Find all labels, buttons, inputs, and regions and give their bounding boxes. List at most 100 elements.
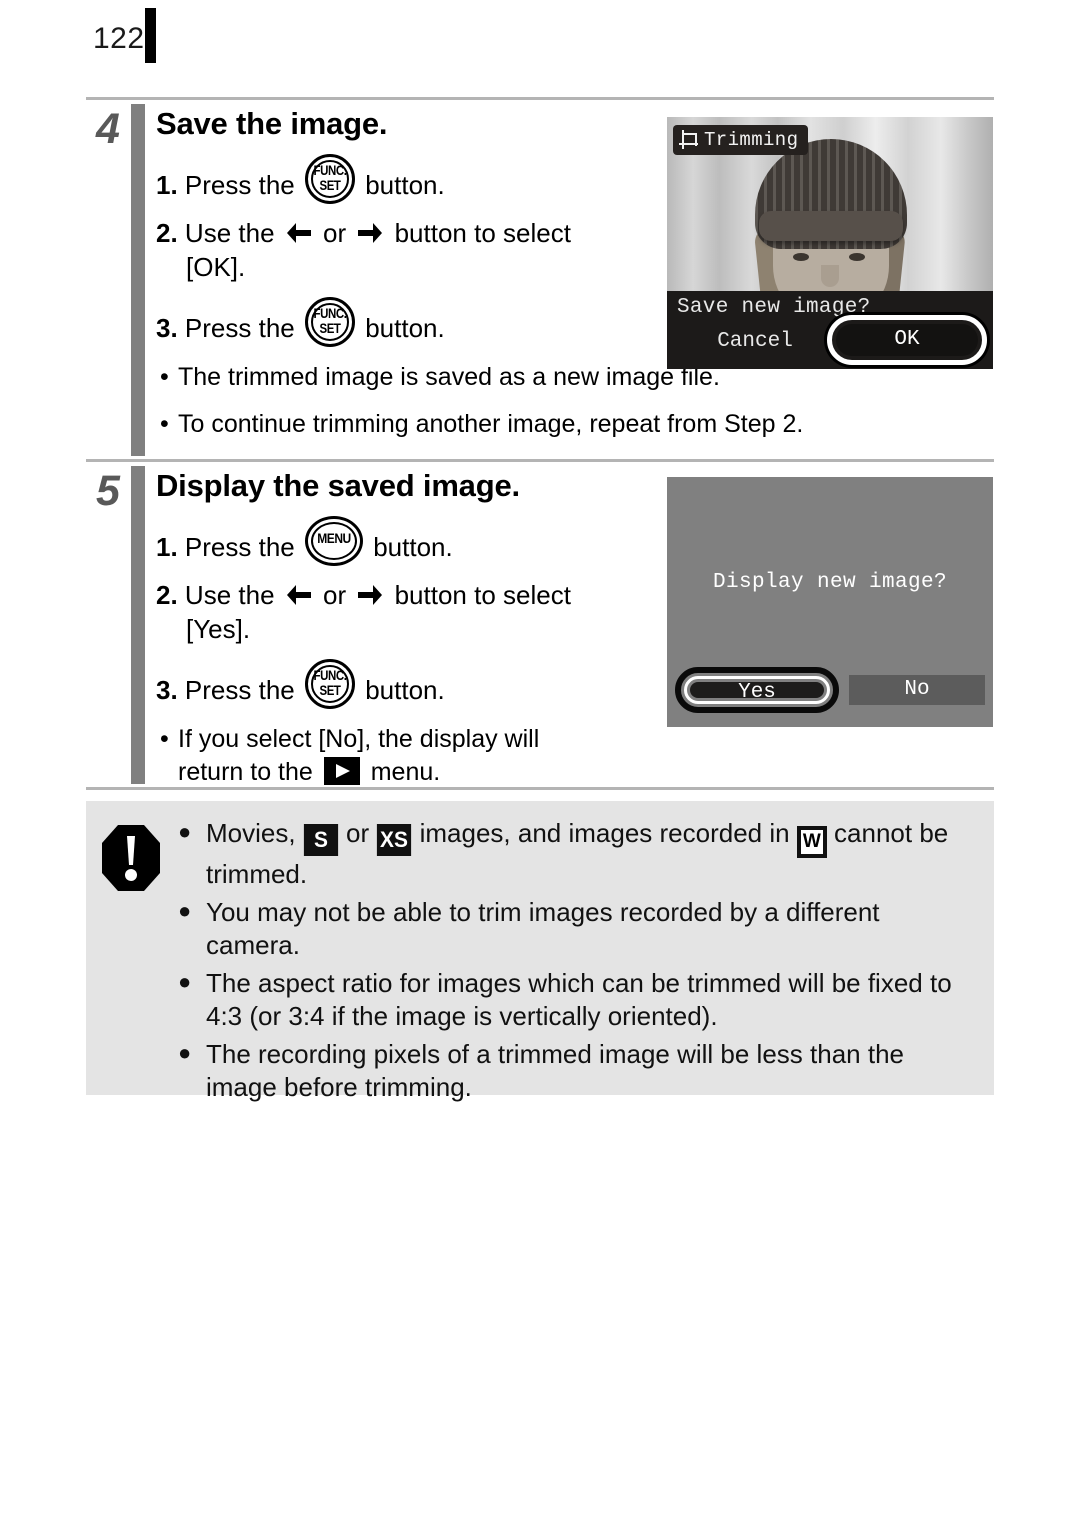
step5-substep-1: 1. Press the MENU button.: [156, 515, 726, 566]
page-header: 122: [0, 0, 1080, 92]
save-prompt-buttons: Cancel OK: [667, 315, 993, 365]
trimming-mode-label: Trimming: [673, 125, 809, 155]
menu-button-icon: MENU: [304, 515, 363, 566]
step4-substep-2-pre: Use the: [184, 217, 275, 248]
display-prompt-buttons: Yes No: [667, 667, 993, 713]
warning-item-4-text: The recording pixels of a trimmed image …: [206, 1039, 904, 1103]
photo-hat-brim: [759, 211, 903, 241]
warning-item-1-seg-1: Movies,: [206, 818, 303, 848]
step5-substep-2-cont: [Yes].: [186, 614, 251, 645]
func-set-icon-line1: FUNC.: [313, 305, 347, 322]
warning-item-2-text: You may not be able to trim images recor…: [206, 897, 880, 961]
step4-substep-3-index: 3.: [156, 313, 178, 344]
step4-substep-3-post: button.: [365, 313, 445, 344]
step4-note-2-text: To continue trimming another image, repe…: [178, 409, 804, 438]
step5-note-1-mid: return to the: [178, 757, 313, 786]
step5-substep-1-pre: Press the: [184, 531, 295, 562]
step4-note-1-text: The trimmed image is saved as a new imag…: [178, 363, 720, 392]
photo-eye-right: [849, 253, 865, 261]
func-set-icon-line2: SET: [319, 176, 341, 193]
arrow-left-icon: [286, 219, 312, 243]
trimming-mode-label-text: Trimming: [704, 129, 799, 151]
no-button[interactable]: No: [849, 675, 985, 705]
func-set-icon: FUNC. SET: [304, 297, 355, 348]
arrow-right-icon: [357, 581, 383, 605]
step4-substep-1: 1. Press the FUNC. SET button.: [156, 153, 726, 204]
warning-list: ● Movies, S or XS images, and images reco…: [178, 817, 978, 1109]
step4-substep-3-pre: Press the: [184, 313, 295, 344]
yes-button-inner-ring: Yes: [684, 676, 830, 704]
step4-substep-2-or: or: [323, 217, 347, 248]
step-accent-bar-4: [131, 104, 145, 456]
step-content-5: Display the saved image. 1. Press the ME…: [156, 462, 726, 788]
menu-button-icon-label: MENU: [317, 529, 351, 546]
step4-substep-1-post: button.: [365, 169, 445, 200]
warning-bullet: ●: [178, 898, 192, 924]
step4-substep-2-post: button to select: [394, 217, 571, 248]
func-set-icon-line2: SET: [319, 682, 341, 699]
step5-note-1-post: menu.: [370, 757, 441, 786]
warning-bullet: ●: [178, 969, 192, 995]
camera-screen-trimming: Trimming Save new image? Cancel OK: [667, 117, 993, 369]
ok-button[interactable]: OK: [836, 324, 978, 356]
step5-substep-3-pre: Press the: [184, 675, 295, 706]
func-set-icon: FUNC. SET: [304, 153, 355, 204]
warning-item-1-seg-3: or: [338, 818, 377, 848]
camera-screen-display-new-image: Display new image? Yes No: [667, 477, 993, 727]
yes-button[interactable]: Yes: [690, 682, 824, 704]
step-accent-bar-5: [131, 466, 145, 784]
widescreen-badge-icon: W: [796, 826, 827, 858]
step-number-4: 4: [96, 105, 120, 153]
step4-substep-2-cont: [OK].: [186, 252, 246, 283]
step5-note-1-pre: If you select [No], the display will: [178, 725, 540, 754]
size-xs-badge-icon: XS: [377, 824, 412, 856]
step5-substep-1-index: 1.: [156, 531, 178, 562]
step5-substep-2-post: button to select: [394, 579, 571, 610]
arrow-left-icon: [286, 581, 312, 605]
step-content-4: Save the image. 1. Press the FUNC. SET b…: [156, 100, 803, 440]
ok-button-selection-ring: OK: [827, 315, 987, 365]
step4-note-2: • To continue trimming another image, re…: [156, 408, 1058, 441]
step5-substep-2-pre: Use the: [184, 579, 275, 610]
step5-substep-2-or: or: [323, 579, 347, 610]
func-set-icon-line2: SET: [319, 320, 341, 337]
step5-substep-2-index: 2.: [156, 579, 178, 610]
step4-substep-3: 3. Press the FUNC. SET button.: [156, 297, 726, 348]
warning-item-3: ● The aspect ratio for images which can b…: [178, 967, 978, 1033]
step-title-5: Display the saved image.: [156, 468, 520, 503]
step-number-5: 5: [96, 467, 120, 515]
step5-substep-3-post: button.: [365, 675, 445, 706]
page-edge-tab: [145, 8, 156, 63]
exclamation-octagon-icon: [100, 823, 162, 893]
func-set-icon-line1: FUNC.: [313, 161, 347, 178]
warning-bullet: ●: [178, 819, 192, 844]
playback-menu-icon: [323, 756, 360, 785]
arrow-right-icon: [357, 219, 383, 243]
warning-item-4: ● The recording pixels of a trimmed image…: [178, 1038, 978, 1104]
note-bullet: •: [160, 363, 169, 392]
size-s-badge-icon: S: [303, 824, 338, 856]
func-set-icon: FUNC. SET: [304, 659, 355, 710]
step5-note-1: • If you select [No], the display will r…: [156, 723, 726, 788]
warning-item-1: ● Movies, S or XS images, and images reco…: [178, 817, 978, 891]
yes-button-selection-ring: Yes: [675, 667, 839, 713]
warning-item-3-text: The aspect ratio for images which can be…: [206, 968, 952, 1032]
display-prompt-text: Display new image?: [712, 571, 948, 594]
note-bullet: •: [160, 725, 169, 754]
warning-item-2: ● You may not be able to trim images reco…: [178, 896, 978, 962]
step4-note-1: • The trimmed image is saved as a new im…: [156, 361, 726, 394]
warning-bullet: ●: [178, 1040, 192, 1066]
photo-eye-left: [793, 253, 809, 261]
step4-substep-1-index: 1.: [156, 169, 178, 200]
step5-substep-3: 3. Press the FUNC. SET button.: [156, 659, 726, 710]
cancel-button[interactable]: Cancel: [685, 325, 825, 359]
save-prompt-bar: Save new image? Cancel OK: [667, 291, 993, 369]
func-set-icon-line1: FUNC.: [313, 667, 347, 684]
note-bullet: •: [160, 409, 169, 438]
photo-nose: [821, 265, 839, 287]
step4-substep-2: 2. Use the or button to select: [156, 216, 726, 251]
page-number: 122: [93, 22, 145, 55]
crop-icon: [679, 130, 698, 149]
step5-substep-1-post: button.: [373, 531, 453, 562]
step4-substep-2-index: 2.: [156, 217, 178, 248]
